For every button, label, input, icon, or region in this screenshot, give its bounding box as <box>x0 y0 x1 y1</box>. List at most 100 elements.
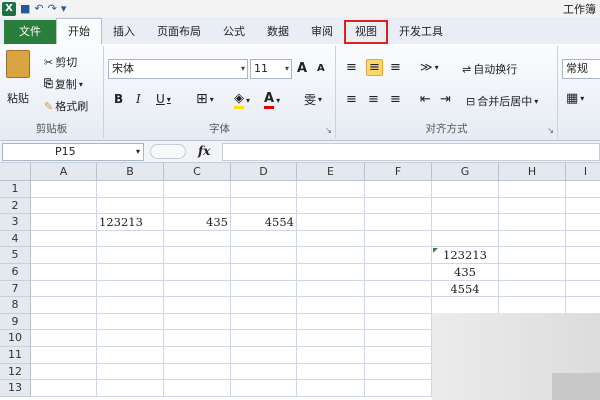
grow-font-button[interactable]: A <box>297 61 307 76</box>
cell-g7[interactable]: 4554 <box>432 280 499 298</box>
cell-g5[interactable]: 123213 <box>432 247 499 264</box>
format-painter-button[interactable]: ✎ 格式刷 <box>44 98 88 114</box>
cell-h4[interactable] <box>499 230 566 248</box>
cell-f7[interactable] <box>365 280 432 298</box>
cell-d2[interactable] <box>231 197 297 215</box>
accounting-format-button[interactable]: ▦ ▾ <box>566 91 584 106</box>
cell-a1[interactable] <box>31 181 97 198</box>
row-header-5[interactable]: 5 <box>0 247 31 264</box>
select-all-corner[interactable] <box>0 163 31 181</box>
row-header-13[interactable]: 13 <box>0 380 31 397</box>
cell-c5[interactable] <box>164 247 231 264</box>
cell-e4[interactable] <box>297 230 365 248</box>
cell-d4[interactable] <box>231 230 297 248</box>
cell-i5[interactable] <box>566 247 600 264</box>
tab-data[interactable]: 数据 <box>256 20 300 44</box>
cell-i3[interactable] <box>566 214 600 231</box>
wrap-text-button[interactable]: ⇌ 自动换行 <box>462 61 517 77</box>
row-header-10[interactable]: 10 <box>0 330 31 347</box>
cell-f4[interactable] <box>365 230 432 248</box>
cell-b6[interactable] <box>97 264 164 281</box>
cell-h7[interactable] <box>499 280 566 298</box>
cell-d7[interactable] <box>231 280 297 298</box>
cell-d8[interactable] <box>231 297 297 314</box>
cell-b2[interactable] <box>97 197 164 215</box>
cell-b12[interactable] <box>97 363 164 381</box>
cell-b10[interactable] <box>97 330 164 347</box>
cell-b3[interactable]: 123213 <box>97 214 164 231</box>
cell-d12[interactable] <box>231 363 297 381</box>
cell-d6[interactable] <box>231 264 297 281</box>
cell-g4[interactable] <box>432 230 499 248</box>
cell-a7[interactable] <box>31 280 97 298</box>
cell-i4[interactable] <box>566 231 600 248</box>
cell-c11[interactable] <box>164 347 231 364</box>
cell-c13[interactable] <box>164 380 231 397</box>
cell-c9[interactable] <box>164 313 231 331</box>
bold-button[interactable]: B <box>114 92 123 106</box>
decrease-indent-button[interactable]: ⇤ <box>420 92 431 107</box>
cell-a5[interactable] <box>31 247 97 264</box>
cell-f6[interactable] <box>365 264 432 281</box>
cell-c1[interactable] <box>164 181 231 198</box>
cell-d3[interactable]: 4554 <box>231 214 297 231</box>
align-right-button[interactable]: ≡ <box>390 92 401 107</box>
name-box[interactable]: P15 ▾ <box>2 143 144 161</box>
cell-a3[interactable] <box>31 214 97 231</box>
cell-a6[interactable] <box>31 264 97 281</box>
cell-b8[interactable] <box>97 297 164 314</box>
align-center-button[interactable]: ≡ <box>368 92 379 107</box>
cell-a11[interactable] <box>31 347 97 364</box>
cell-d13[interactable] <box>231 380 297 397</box>
cell-b11[interactable] <box>97 347 164 364</box>
align-left-button[interactable]: ≡ <box>346 92 357 107</box>
phonetic-button[interactable]: 雯 ▾ <box>304 91 322 108</box>
cell-a2[interactable] <box>31 197 97 215</box>
cell-e7[interactable] <box>297 280 365 298</box>
cell-d1[interactable] <box>231 181 297 198</box>
cell-h2[interactable] <box>499 197 566 215</box>
cell-b1[interactable] <box>97 181 164 198</box>
save-icon[interactable]: ■ <box>20 2 30 15</box>
cell-b5[interactable] <box>97 247 164 264</box>
fill-color-button[interactable]: ◈ ▾ <box>234 91 250 109</box>
cell-d5[interactable] <box>231 247 297 264</box>
cell-e8[interactable] <box>297 297 365 314</box>
cell-e11[interactable] <box>297 347 365 364</box>
column-header-h[interactable]: H <box>499 163 566 181</box>
cell-e13[interactable] <box>297 380 365 397</box>
row-header-1[interactable]: 1 <box>0 181 31 198</box>
tab-view[interactable]: 视图 <box>344 20 388 44</box>
cut-button[interactable]: ✂ 剪切 <box>44 54 77 70</box>
cell-i7[interactable] <box>566 281 600 298</box>
formula-input[interactable] <box>222 143 600 161</box>
cell-e2[interactable] <box>297 197 365 215</box>
font-color-button[interactable]: A ▾ <box>264 91 280 109</box>
column-header-c[interactable]: C <box>164 163 231 181</box>
row-header-3[interactable]: 3 <box>0 214 31 231</box>
row-header-11[interactable]: 11 <box>0 347 31 364</box>
row-header-8[interactable]: 8 <box>0 297 31 314</box>
font-size-select[interactable]: 11 ▾ <box>250 59 292 79</box>
undo-icon[interactable]: ↶ <box>34 2 43 15</box>
expand-formula-icon[interactable] <box>150 144 186 159</box>
column-header-i[interactable]: I <box>566 163 600 181</box>
column-header-d[interactable]: D <box>231 163 297 181</box>
row-header-6[interactable]: 6 <box>0 264 31 281</box>
row-header-7[interactable]: 7 <box>0 280 31 298</box>
row-header-9[interactable]: 9 <box>0 313 31 331</box>
cell-i1[interactable] <box>566 181 600 198</box>
cell-g1[interactable] <box>432 181 499 198</box>
cell-h1[interactable] <box>499 181 566 198</box>
cell-b4[interactable] <box>97 230 164 248</box>
cell-f13[interactable] <box>365 380 432 397</box>
cell-h5[interactable] <box>499 247 566 264</box>
orientation-button[interactable]: ≫ ▾ <box>420 60 439 74</box>
cell-f10[interactable] <box>365 330 432 347</box>
borders-button[interactable]: ⊞ ▾ <box>196 91 214 107</box>
cell-e1[interactable] <box>297 181 365 198</box>
number-format-select[interactable]: 常规 <box>562 59 600 79</box>
cell-f5[interactable] <box>365 247 432 264</box>
cell-a12[interactable] <box>31 363 97 381</box>
paste-button[interactable]: 粘贴 <box>6 50 30 106</box>
